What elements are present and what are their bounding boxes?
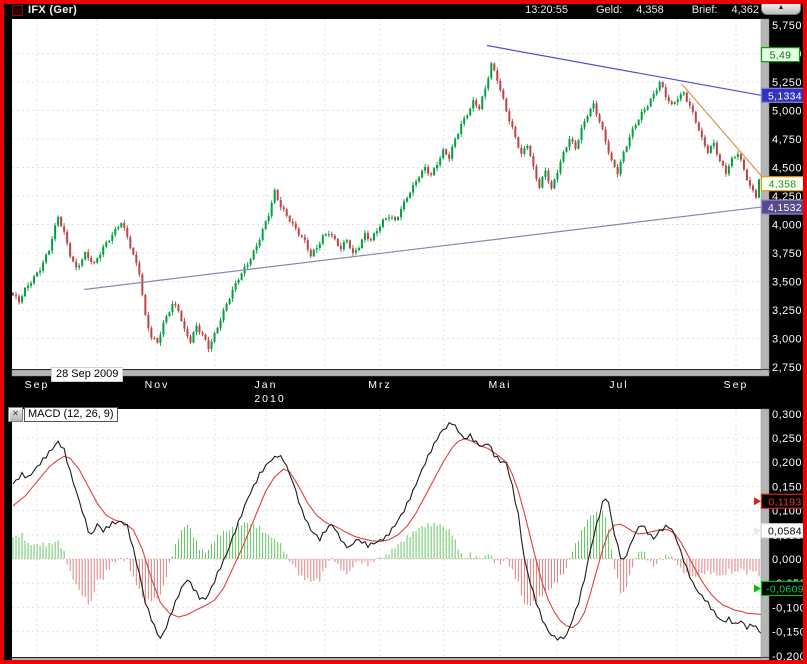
axis-label: 0,200 xyxy=(772,457,802,469)
price-badge-51334: 5,1334 xyxy=(760,87,803,103)
axis-label: 0,150 xyxy=(772,481,802,493)
month-label: Jan xyxy=(255,379,278,391)
macd-plot-group: 0,3000,2500,2000,1500,1000,0500,000-0,05… xyxy=(11,408,803,661)
axis-label: 0,300 xyxy=(772,409,802,421)
axis-label: 5,750 xyxy=(772,20,802,32)
year-label: 2010 xyxy=(254,393,285,405)
badge-text: 0,0584 xyxy=(768,526,802,538)
vertical-scrollbar[interactable] xyxy=(760,18,770,370)
macd-indicator-label: MACD (12, 26, 9) xyxy=(24,407,118,422)
month-label: Sep xyxy=(724,379,749,391)
price-badge-00584: 0,0584 xyxy=(754,523,803,539)
month-label: Jul xyxy=(609,379,628,391)
price-badge-01193: 0,1193 xyxy=(754,493,803,509)
badge-text: 0,1193 xyxy=(768,496,801,508)
axis-label: 2,750 xyxy=(772,362,802,374)
price-badge-549: 5,49 xyxy=(760,47,801,63)
close-icon[interactable]: ✕ xyxy=(8,407,23,422)
month-label: Mai xyxy=(489,379,512,391)
axis-label: 0,000 xyxy=(772,554,802,566)
axis-label: 4,000 xyxy=(772,220,802,232)
axis-label: 0,250 xyxy=(772,433,802,445)
month-label: Sep xyxy=(25,379,50,391)
price-plot-area[interactable] xyxy=(12,19,761,369)
collapse-panel-button[interactable]: ▲ xyxy=(761,4,801,15)
axis-label: 3,750 xyxy=(772,248,802,260)
axis-label: 4,750 xyxy=(772,134,802,146)
axis-label: -0,200 xyxy=(772,651,803,661)
price-chart[interactable]: 5,7505,5005,2505,0004,7504,5004,2504,000… xyxy=(4,15,803,405)
price-badge-00609: -0,0609 xyxy=(754,580,803,597)
date-tooltip: 28 Sep 2009 xyxy=(51,367,124,382)
chart-window: IFX (Ger) 13:20:55 Geld: 4,358 Brief: 4,362 … xyxy=(0,0,807,664)
axis-label: -0,100 xyxy=(772,602,803,614)
axis-label: 3,000 xyxy=(772,334,802,346)
macd-indicator-header: ✕ MACD (12, 26, 9) xyxy=(8,407,118,422)
badge-text: 5,49 xyxy=(770,50,792,62)
price-badge-41532: 4,1532 xyxy=(760,199,803,215)
bottom-strip xyxy=(11,657,770,660)
axis-label: -0,150 xyxy=(772,627,803,639)
axis-label: 5,250 xyxy=(772,77,802,89)
badge-text: 5,1334 xyxy=(768,90,802,102)
axis-label: 3,500 xyxy=(772,277,802,289)
axis-label: 5,000 xyxy=(772,106,802,118)
price-axis: 5,7505,5005,2505,0004,7504,5004,2504,000… xyxy=(772,20,802,374)
badge-text: -0,0609 xyxy=(766,583,803,595)
macd-chart[interactable]: 0,3000,2500,2000,1500,1000,0500,000-0,05… xyxy=(4,405,803,661)
price-plot-group: 5,7505,5005,2505,0004,7504,5004,2504,000… xyxy=(11,18,803,405)
badge-text: 4,358 xyxy=(769,179,797,191)
month-label: Mrz xyxy=(368,379,392,391)
month-label: Nov xyxy=(145,379,170,391)
axis-label: 3,250 xyxy=(772,305,802,317)
badge-text: 4,1532 xyxy=(768,202,802,214)
macd-plot-area[interactable] xyxy=(12,409,761,657)
axis-label: 4,500 xyxy=(772,163,802,175)
time-axis: Sep Nov Jan Mrz Mai Jul Sep 2010 xyxy=(25,379,749,405)
horizontal-scrollbar[interactable] xyxy=(11,369,770,377)
price-badge-4358: 4,358 xyxy=(760,176,803,192)
